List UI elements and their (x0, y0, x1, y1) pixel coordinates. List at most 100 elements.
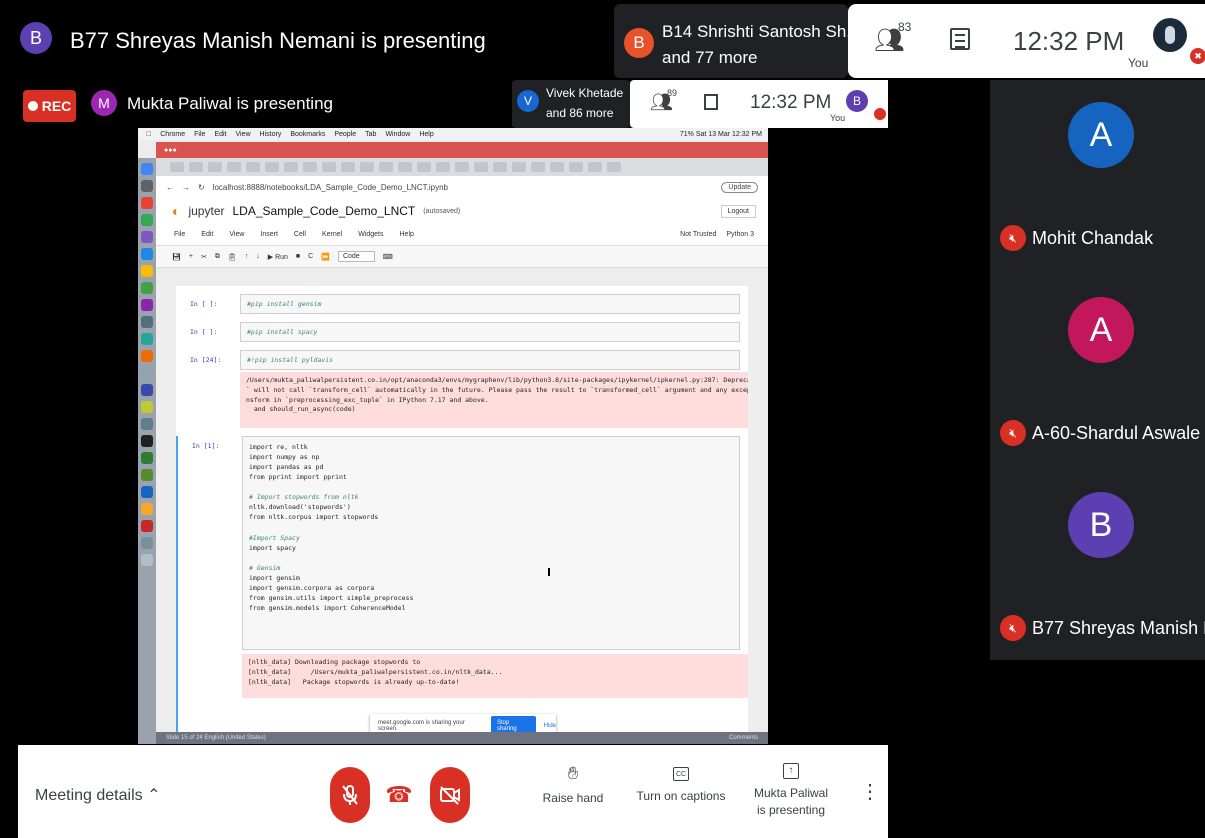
mac-menu-chrome: Chrome (155, 130, 185, 138)
reload-icon: ↻ (198, 182, 205, 192)
jp-menu-cell: Cell (293, 231, 306, 238)
save-icon: 💾︎ (172, 253, 181, 261)
notebook-cell: In [ ]: #pip install spacy (176, 322, 748, 344)
sub-top-right-panel: 👥︎ 89 12:32 PM B You (630, 80, 888, 128)
raise-hand-label: Raise hand (542, 791, 604, 805)
jp-menu-kernel: Kernel (321, 231, 343, 238)
mic-off-icon (342, 785, 358, 805)
presenting-status: is presenting (756, 802, 826, 817)
copy-icon: ⧉ (214, 252, 220, 260)
code-line: from gensim.utils import simple_preproce… (249, 593, 414, 602)
camera-toggle-button[interactable] (430, 767, 470, 823)
participant-tile[interactable]: B 🔇︎ B77 Shreyas Manish Ne... (990, 470, 1205, 665)
mac-menu-history: History (254, 130, 282, 138)
notebook-cell: In [ ]: #pip install gensim (176, 294, 748, 316)
notebook-cell: In [24]: #!pip install pyldavis (176, 350, 748, 372)
participant-tile[interactable]: A 🔇︎ Mohit Chandak (990, 80, 1205, 275)
self-label: You (1128, 56, 1149, 70)
mac-menu-file: File (188, 130, 205, 138)
captions-icon: CC (673, 767, 689, 781)
run-label: Run (275, 253, 288, 261)
kernel-indicator: Python 3 (726, 231, 754, 238)
recording-badge: REC (23, 90, 76, 122)
jp-menu-view: View (229, 231, 245, 238)
move-up-icon: ↑ (244, 253, 249, 260)
code-line: from nltk.corpus import stopwords (249, 513, 379, 522)
meeting-details-label: Meeting details (35, 787, 143, 804)
code-line: import pandas as pd (249, 463, 324, 472)
presenter-label: B77 Shreyas Manish Nemani is presenting (70, 28, 486, 53)
browser-tabstrip (156, 158, 768, 176)
fast-forward-icon: ⏩ (321, 253, 330, 261)
notification-avatar: B (624, 28, 654, 58)
participant-tile[interactable]: A 🔇︎ A-60-Shardul Aswale (990, 275, 1205, 470)
jp-menu-file: File (174, 231, 186, 238)
shared-screen: REC M Mukta Paliwal is presenting V Vive… (0, 80, 990, 745)
cell-prompt: In [ ]: (190, 300, 218, 308)
mac-menu-view: View (230, 130, 251, 138)
back-icon: ← (166, 182, 174, 192)
sub-self-label: You (830, 113, 846, 123)
chat-icon[interactable] (950, 28, 970, 50)
sub-join-notification: V Vivek Khetade and 86 more (512, 80, 630, 128)
not-trusted-badge: Not Trusted (680, 231, 717, 238)
notification-more: and 77 more (662, 48, 758, 67)
cut-icon: ✂ (200, 253, 207, 261)
keyboard-icon: ⌨ (382, 253, 393, 261)
forward-icon: → (182, 182, 190, 192)
raise-hand-button[interactable]: ✋︎ Raise hand (538, 763, 608, 805)
update-button: Update (721, 181, 758, 193)
participant-name: Mohit Chandak (1032, 228, 1154, 248)
address-bar: ← → ↻ localhost:8888/notebooks/LDA_Sampl… (156, 176, 768, 198)
mac-desktop:  Chrome File Edit View History Bookmark… (138, 128, 768, 744)
mic-toggle-button[interactable] (330, 767, 370, 823)
end-call-button[interactable]: ☎︎ (380, 767, 418, 823)
jupyter-menubar: File Edit View Insert Cell Kernel Widget… (156, 224, 768, 246)
chevron-up-icon: ⌃ (147, 787, 161, 804)
add-cell-icon: + (188, 253, 193, 260)
participant-count: 83 (898, 20, 912, 34)
join-notification[interactable]: B B14 Shrishti Santosh Sh... and 77 more (614, 4, 860, 78)
self-avatar[interactable] (1153, 18, 1187, 52)
code-line: import re, nltk (249, 443, 308, 451)
record-dot-icon (27, 101, 38, 111)
participant-avatar: B (1068, 492, 1134, 558)
cell-prompt: In [ ]: (190, 328, 218, 336)
hide-button: Hide (543, 723, 556, 729)
captions-button[interactable]: CC Turn on captions (636, 763, 726, 803)
mac-menubar:  Chrome File Edit View History Bookmark… (138, 128, 768, 140)
code-line: import numpy as np (249, 453, 320, 462)
mac-menu-bookmarks: Bookmarks (285, 130, 325, 138)
top-right-panel: 👥︎ 83 12:32 PM You ✖ (848, 4, 1205, 78)
restart-icon: C (308, 253, 314, 260)
url-text: localhost:8888/notebooks/LDA_Sample_Code… (212, 182, 448, 192)
cell-input: #pip install gensim (240, 294, 740, 314)
more-options-icon[interactable]: ⋮ (860, 779, 880, 804)
present-icon: ↑ (783, 763, 799, 779)
bottom-control-bar: Meeting details ⌃ ☎︎ ✋︎ Raise hand CC Tu… (18, 745, 888, 838)
sub-clock-time: 12:32 PM (750, 92, 832, 113)
mac-menu-tab: Tab (359, 130, 376, 138)
jupyter-toolbar: 💾︎ + ✂ ⧉ 📋︎ ↑ ↓ ▶ Run ■ C ⏩ Code ⌨ (156, 246, 768, 268)
apple-icon:  (146, 131, 151, 138)
captions-label: Turn on captions (636, 789, 726, 803)
jp-menu-widgets: Widgets (358, 231, 384, 238)
hand-icon: ✋︎ (567, 763, 579, 783)
sub-presenter-avatar: M (91, 90, 117, 116)
code-line: import gensim (249, 573, 300, 582)
logout-button: Logout (720, 204, 756, 218)
mic-off-icon: 🔇︎ (1000, 615, 1026, 641)
camera-off-icon (440, 786, 460, 805)
sharing-text: meet.google.com is sharing your screen. (378, 720, 465, 732)
notebook-page: In [ ]: #pip install gensim In [ ]: #pip… (176, 286, 748, 744)
participant-avatar: A (1068, 297, 1134, 363)
mac-menu-window: Window (380, 130, 410, 138)
meeting-details-button[interactable]: Meeting details ⌃ (35, 785, 160, 805)
sub-notification-name: Vivek Khetade (546, 86, 624, 100)
mac-dock (138, 158, 156, 744)
sub-chat-icon (704, 94, 718, 110)
cell-prompt: In [1]: (192, 442, 220, 450)
present-status-button[interactable]: ↑ Mukta Paliwal is presenting (746, 763, 836, 819)
sub-notification-more: and 86 more (546, 106, 614, 120)
warning-output: /Users/mukta_paliwalpersistent.co.in/opt… (240, 372, 748, 428)
